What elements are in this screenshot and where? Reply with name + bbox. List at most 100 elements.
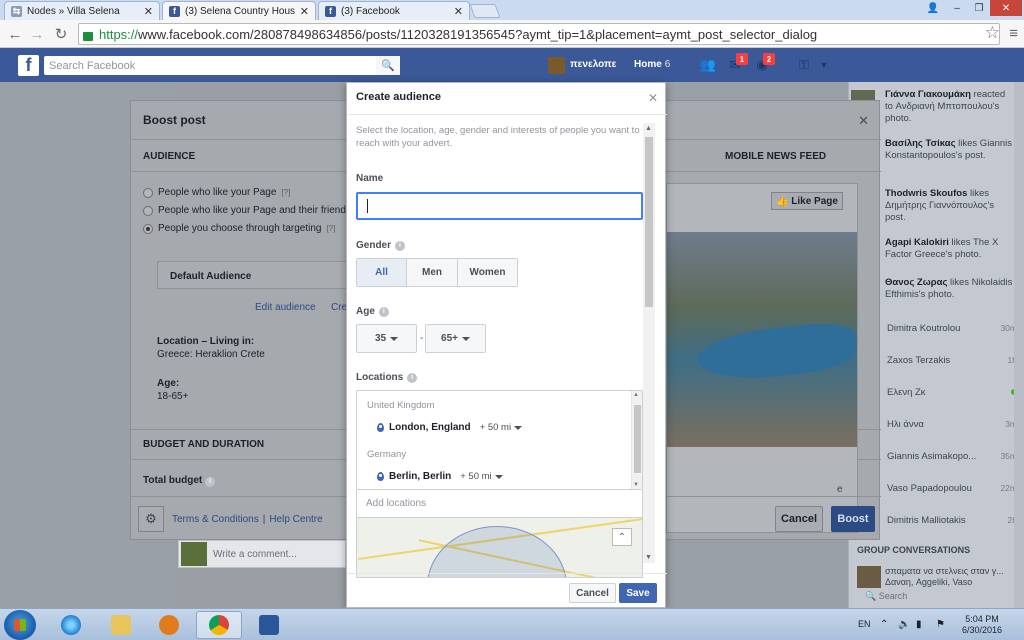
volume-icon[interactable]: 🔈 bbox=[898, 619, 910, 630]
chat-contact[interactable]: Vaso Papadopoulou 22m bbox=[887, 483, 1017, 494]
boost-button[interactable]: Boost bbox=[831, 506, 875, 532]
start-button[interactable] bbox=[4, 610, 36, 640]
ticker-item[interactable]: Γιάννα Γιακουμάκη reacted to Ανδριανή Μπ… bbox=[885, 89, 1015, 125]
media-player-icon[interactable] bbox=[146, 611, 192, 639]
scroll-up-icon[interactable]: ▲ bbox=[633, 392, 639, 398]
tab-facebook[interactable]: f (3) Facebook ✕ bbox=[318, 1, 470, 20]
close-icon[interactable]: ✕ bbox=[648, 91, 658, 105]
age-max-select[interactable]: 65+ bbox=[425, 324, 486, 353]
close-icon[interactable]: ✕ bbox=[454, 5, 463, 18]
forward-arrow-icon[interactable]: → bbox=[28, 25, 46, 43]
word-icon[interactable] bbox=[246, 611, 292, 639]
back-arrow-icon[interactable]: ← bbox=[6, 25, 24, 43]
edit-audience-link[interactable]: Edit audience bbox=[255, 302, 316, 313]
location-item[interactable]: Berlin, Berlin + 50 mi bbox=[377, 471, 503, 482]
ticker-item[interactable]: Thodwris Skoufos likes Δημήτρης Γιαννόπο… bbox=[885, 188, 1015, 224]
help-centre-link[interactable]: Help Centre bbox=[269, 514, 322, 525]
default-audience-option[interactable]: Default Audience bbox=[157, 261, 357, 289]
close-icon[interactable]: ✕ bbox=[144, 5, 153, 18]
sidebar-scrollbar[interactable] bbox=[1014, 82, 1024, 608]
mobile-news-feed-tab[interactable]: MOBILE NEWS FEED bbox=[725, 151, 826, 162]
ticker-item[interactable]: Βασίλης Τσίκας likes Giannis Konstantopo… bbox=[885, 138, 1015, 162]
info-icon[interactable]: i bbox=[205, 476, 216, 487]
close-icon[interactable]: ✕ bbox=[858, 113, 869, 129]
scroll-up-icon[interactable]: ▲ bbox=[645, 125, 652, 132]
radio-button[interactable] bbox=[143, 187, 153, 198]
radio-targeting[interactable]: People you choose through targeting [?] bbox=[143, 223, 335, 234]
radio-button-checked[interactable] bbox=[143, 223, 153, 234]
radio-button[interactable] bbox=[143, 205, 153, 216]
browser-menu-icon[interactable]: ≡ bbox=[1009, 25, 1018, 42]
radius-dropdown[interactable]: + 50 mi bbox=[460, 471, 503, 482]
account-menu-chevron-icon[interactable]: ▼ bbox=[816, 58, 832, 72]
cancel-button[interactable]: Cancel bbox=[775, 506, 823, 532]
friend-requests-icon[interactable]: 👥 bbox=[700, 57, 716, 72]
scroll-down-icon[interactable]: ▼ bbox=[633, 482, 639, 488]
chat-contact[interactable]: Ελενη Ζκ bbox=[887, 387, 1017, 398]
close-icon[interactable]: ✕ bbox=[300, 5, 309, 18]
internet-explorer-icon[interactable] bbox=[48, 611, 94, 639]
maximize-button[interactable]: ❐ bbox=[968, 0, 990, 16]
language-indicator[interactable]: EN bbox=[858, 619, 871, 629]
ticker-item[interactable]: Θανος Ζωρας likes Nikolaidis Efthimis's … bbox=[885, 277, 1015, 301]
close-window-button[interactable]: ✕ bbox=[990, 0, 1022, 16]
tab-nodes-villa-selena[interactable]: ⇆ Nodes » Villa Selena ✕ bbox=[4, 1, 160, 20]
chat-contact[interactable]: Dimitris Malliotakis 2h bbox=[887, 515, 1017, 526]
info-icon[interactable]: i bbox=[395, 240, 406, 251]
scroll-thumb[interactable] bbox=[645, 137, 653, 307]
map-zoom-in-icon[interactable]: ⌃ bbox=[612, 528, 632, 546]
facebook-logo-icon[interactable]: f bbox=[18, 55, 39, 76]
home-link[interactable]: Home 6 bbox=[634, 59, 670, 70]
radio-page-likers[interactable]: People who like your Page [?] bbox=[143, 187, 290, 198]
action-center-flag-icon[interactable]: ⚑ bbox=[936, 619, 945, 630]
ticker-item[interactable]: Agapi Kalokiri likes The X Factor Greece… bbox=[885, 237, 1015, 261]
scroll-thumb[interactable] bbox=[634, 405, 641, 473]
save-button[interactable]: Save bbox=[619, 583, 657, 603]
info-icon[interactable]: i bbox=[407, 372, 418, 383]
radio-page-likers-and-friends[interactable]: People who like your Page and their frie… bbox=[143, 205, 351, 216]
chat-contact[interactable]: Dimitra Koutrolou 30m bbox=[887, 323, 1017, 334]
terms-link[interactable]: Terms & Conditions bbox=[172, 514, 259, 525]
minimize-button[interactable]: – bbox=[946, 0, 968, 16]
bookmark-star-icon[interactable]: ☆ bbox=[985, 23, 1000, 43]
age-min-select[interactable]: 35 bbox=[356, 324, 417, 353]
add-locations-input[interactable]: Add locations bbox=[356, 490, 643, 518]
location-item[interactable]: London, England + 50 mi bbox=[377, 422, 523, 433]
network-icon[interactable]: ▮ bbox=[916, 619, 922, 630]
chrome-icon[interactable] bbox=[196, 611, 242, 639]
new-tab-button[interactable] bbox=[469, 4, 501, 18]
privacy-lock-icon[interactable]: ⚿ bbox=[796, 57, 812, 72]
chat-contact[interactable]: Zaxos Terzakis 1h bbox=[887, 355, 1017, 366]
search-input[interactable]: Search Facebook 🔍 bbox=[44, 56, 400, 75]
gender-women-button[interactable]: Women bbox=[458, 259, 517, 286]
gender-men-button[interactable]: Men bbox=[407, 259, 458, 286]
chat-contact[interactable]: Giannis Asimakopo... 35m bbox=[887, 451, 1017, 462]
like-page-button[interactable]: 👍 Like Page bbox=[771, 192, 843, 210]
user-profile-icon[interactable]: 👤 bbox=[922, 0, 944, 16]
taskbar-clock[interactable]: 5:04 PM 6/30/2016 bbox=[962, 614, 1002, 636]
group-conversation-item[interactable]: σπαματα να στελνεις σταν γ... Δαναη, Agg… bbox=[857, 566, 1017, 588]
cancel-button[interactable]: Cancel bbox=[569, 583, 616, 603]
search-icon[interactable]: 🔍 bbox=[376, 56, 400, 75]
reload-icon[interactable]: ↻ bbox=[52, 25, 70, 43]
tray-arrow-icon[interactable]: ⌃ bbox=[880, 619, 888, 630]
gender-all-button[interactable]: All bbox=[357, 259, 407, 286]
create-audience-link[interactable]: Cre bbox=[331, 302, 347, 313]
avatar[interactable] bbox=[548, 57, 565, 74]
location-map[interactable]: ⌃ bbox=[356, 518, 643, 578]
locations-scrollbar[interactable]: ▲ ▼ bbox=[631, 391, 642, 489]
modal-scrollbar[interactable]: ▲ ▼ bbox=[643, 123, 655, 563]
chat-search-input[interactable]: 🔍 Search bbox=[865, 591, 907, 602]
windows-taskbar: EN ⌃ 🔈 ▮ ⚑ 5:04 PM 6/30/2016 bbox=[0, 608, 1024, 640]
comment-input[interactable]: Write a comment... bbox=[178, 540, 346, 568]
file-explorer-icon[interactable] bbox=[98, 611, 144, 639]
scroll-down-icon[interactable]: ▼ bbox=[645, 554, 652, 561]
radius-dropdown[interactable]: + 50 mi bbox=[480, 422, 523, 433]
url-input[interactable]: https:// www.facebook.com/28087849863485… bbox=[78, 23, 1000, 45]
info-icon[interactable]: i bbox=[378, 306, 389, 317]
tab-selena-country-house[interactable]: f (3) Selena Country House ✕ bbox=[162, 1, 316, 20]
audience-name-input[interactable] bbox=[356, 192, 643, 220]
chat-contact[interactable]: Ηλι άννα 3m bbox=[887, 419, 1017, 430]
gear-icon[interactable]: ⚙ bbox=[138, 506, 164, 532]
profile-name-link[interactable]: πενελοπε bbox=[570, 59, 616, 70]
